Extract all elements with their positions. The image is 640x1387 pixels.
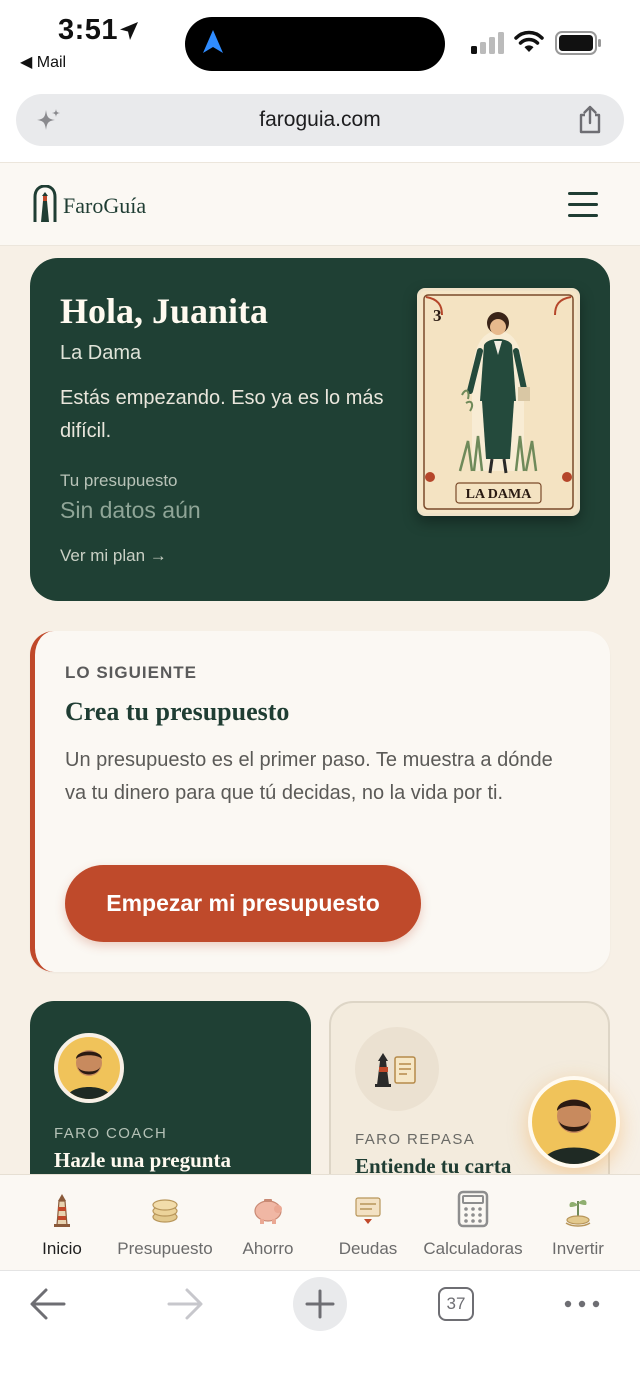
url-text[interactable]: faroguia.com (16, 108, 624, 132)
nav-item-ahorro[interactable]: Ahorro (213, 1189, 323, 1259)
address-bar[interactable]: faroguia.com (16, 94, 624, 146)
bill-icon (355, 1197, 381, 1224)
svg-text:LA DAMA: LA DAMA (466, 487, 533, 502)
share-icon[interactable] (576, 105, 604, 135)
nav-item-calculadoras[interactable]: Calculadoras (418, 1189, 528, 1259)
browser-toolbar: 37 (0, 1270, 640, 1387)
tabs-button[interactable]: 37 (438, 1287, 474, 1321)
nav-label-calculadoras: Calculadoras (423, 1239, 523, 1258)
money-plant-icon (565, 1199, 591, 1227)
view-plan-link[interactable]: Ver mi plan → (60, 546, 167, 566)
status-bar: 3:51 ◀ Mail (0, 0, 640, 88)
calculator-icon (457, 1190, 489, 1228)
budget-label: Tu presupuesto (60, 471, 178, 490)
more-options-icon[interactable] (562, 1279, 602, 1329)
start-budget-button[interactable]: Empezar mi presupuesto (65, 865, 421, 942)
next-step-card: LO SIGUIENTE Crea tu presupuesto Un pres… (30, 631, 610, 972)
loteria-card-image: 3 LA DAMA (417, 288, 580, 516)
lighthouse-logo-icon[interactable] (33, 185, 57, 223)
forward-arrow-icon[interactable] (165, 1279, 205, 1329)
back-arrow-icon[interactable] (28, 1279, 68, 1329)
faro-coach-card[interactable]: FARO COACH Hazle una pregunta (30, 1001, 311, 1174)
coach-title: Hazle una pregunta (54, 1148, 231, 1172)
app-bottom-nav: Inicio Presupuesto Ahorro Deudas Calcula… (0, 1174, 640, 1270)
svg-text:3: 3 (433, 306, 442, 325)
plus-icon (305, 1289, 335, 1319)
coach-avatar (54, 1033, 124, 1103)
clock: 3:51 (58, 14, 119, 46)
nav-label-ahorro: Ahorro (242, 1239, 294, 1258)
coach-chat-fab[interactable] (528, 1076, 620, 1168)
la-dama-illustration: 3 LA DAMA (423, 294, 574, 510)
budget-value: Sin datos aún (60, 497, 201, 523)
location-arrow-icon (120, 22, 138, 40)
next-step-description: Un presupuesto es el primer paso. Te mue… (65, 749, 553, 804)
dynamic-island (185, 17, 445, 71)
navigation-arrow-icon (203, 30, 223, 53)
nav-label-inicio: Inicio (42, 1239, 82, 1258)
nav-label-presupuesto: Presupuesto (117, 1239, 213, 1258)
wifi-icon (514, 30, 544, 52)
nav-item-deudas[interactable]: Deudas (313, 1189, 423, 1259)
nav-item-presupuesto[interactable]: Presupuesto (110, 1189, 220, 1259)
browser-address-area: faroguia.com (0, 88, 640, 162)
next-step-kicker: LO SIGUIENTE (65, 663, 197, 682)
repasa-kicker: FARO REPASA (355, 1131, 476, 1148)
battery-icon (555, 31, 601, 55)
next-step-title: Crea tu presupuesto (65, 697, 290, 726)
new-tab-button[interactable] (293, 1277, 347, 1331)
repasa-title: Entiende tu carta (355, 1154, 512, 1174)
nav-item-inicio[interactable]: Inicio (7, 1189, 117, 1259)
lighthouse-icon (54, 1194, 70, 1227)
hamburger-menu-icon[interactable] (568, 192, 598, 218)
nav-label-deudas: Deudas (338, 1239, 398, 1258)
greeting-card: Hola, Juanita La Dama Estás empezando. E… (30, 258, 610, 601)
nav-label-invertir: Invertir (552, 1239, 604, 1258)
coach-kicker: FARO COACH (54, 1125, 168, 1142)
site-logo-text[interactable]: FaroGuía (63, 193, 146, 219)
site-header: FaroGuía (0, 162, 640, 246)
coins-icon (152, 1199, 178, 1223)
web-page: FaroGuía Hola, Juanita La Dama Estás emp… (0, 162, 640, 1174)
lighthouse-document-icon (355, 1027, 439, 1111)
piggy-bank-icon (254, 1199, 282, 1224)
coach-avatar-icon (542, 1099, 606, 1164)
encouragement-text: Estás empezando. Eso ya es lo más difíci… (60, 387, 384, 442)
cellular-signal-icon (471, 32, 504, 54)
user-card-name: La Dama (60, 342, 142, 364)
greeting-title: Hola, Juanita (60, 291, 269, 331)
nav-item-invertir[interactable]: Invertir (523, 1189, 633, 1259)
back-to-mail-link[interactable]: ◀ Mail (20, 52, 66, 72)
